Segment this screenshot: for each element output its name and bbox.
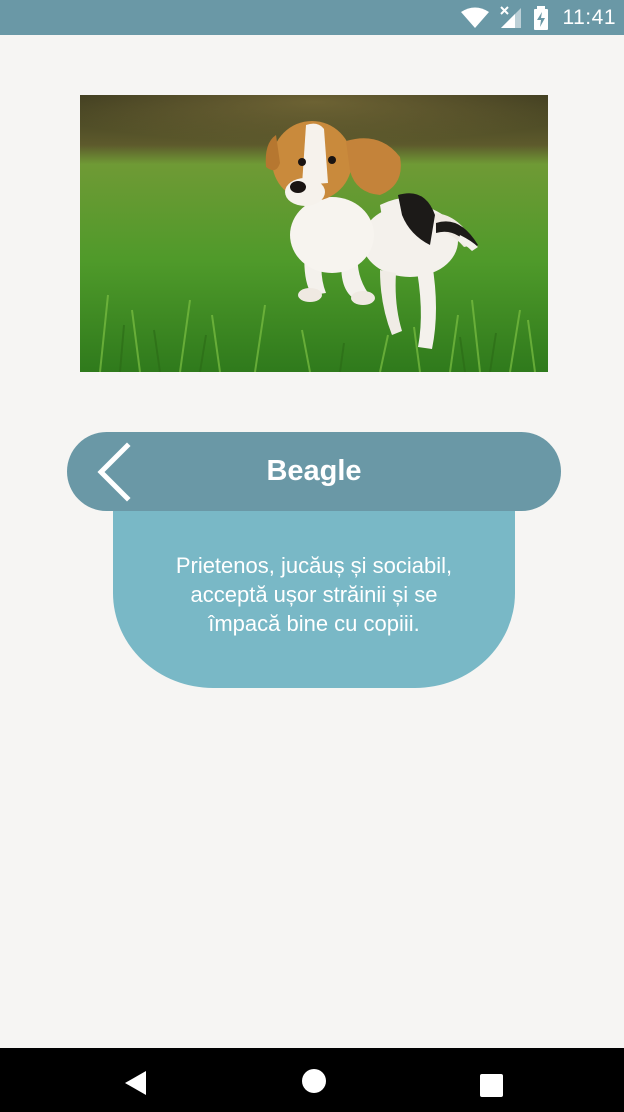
status-time: 11:41 — [562, 5, 616, 29]
recents-icon[interactable] — [480, 1074, 503, 1102]
home-icon[interactable] — [301, 1068, 327, 1099]
status-icons: 11:41 — [460, 4, 617, 31]
title-pill: Beagle — [67, 432, 561, 511]
battery-charging-icon — [533, 5, 549, 30]
description-card: Prietenos, jucăuș și sociabil, acceptă u… — [113, 505, 515, 688]
dog-photo — [80, 95, 548, 372]
description-line: acceptă ușor străinii și se — [190, 582, 438, 607]
page-title: Beagle — [266, 455, 362, 487]
back-icon[interactable] — [124, 1070, 148, 1101]
navigation-bar — [0, 1048, 624, 1112]
description-line: Prietenos, jucăuș și sociabil, — [175, 553, 453, 578]
description-line: împacă bine cu copiii. — [208, 611, 420, 636]
wifi-icon — [460, 7, 489, 29]
cell-signal-icon — [499, 5, 523, 30]
status-bar: 11:41 — [0, 0, 624, 35]
description-text: Prietenos, jucăuș și sociabil, acceptă u… — [133, 551, 495, 638]
